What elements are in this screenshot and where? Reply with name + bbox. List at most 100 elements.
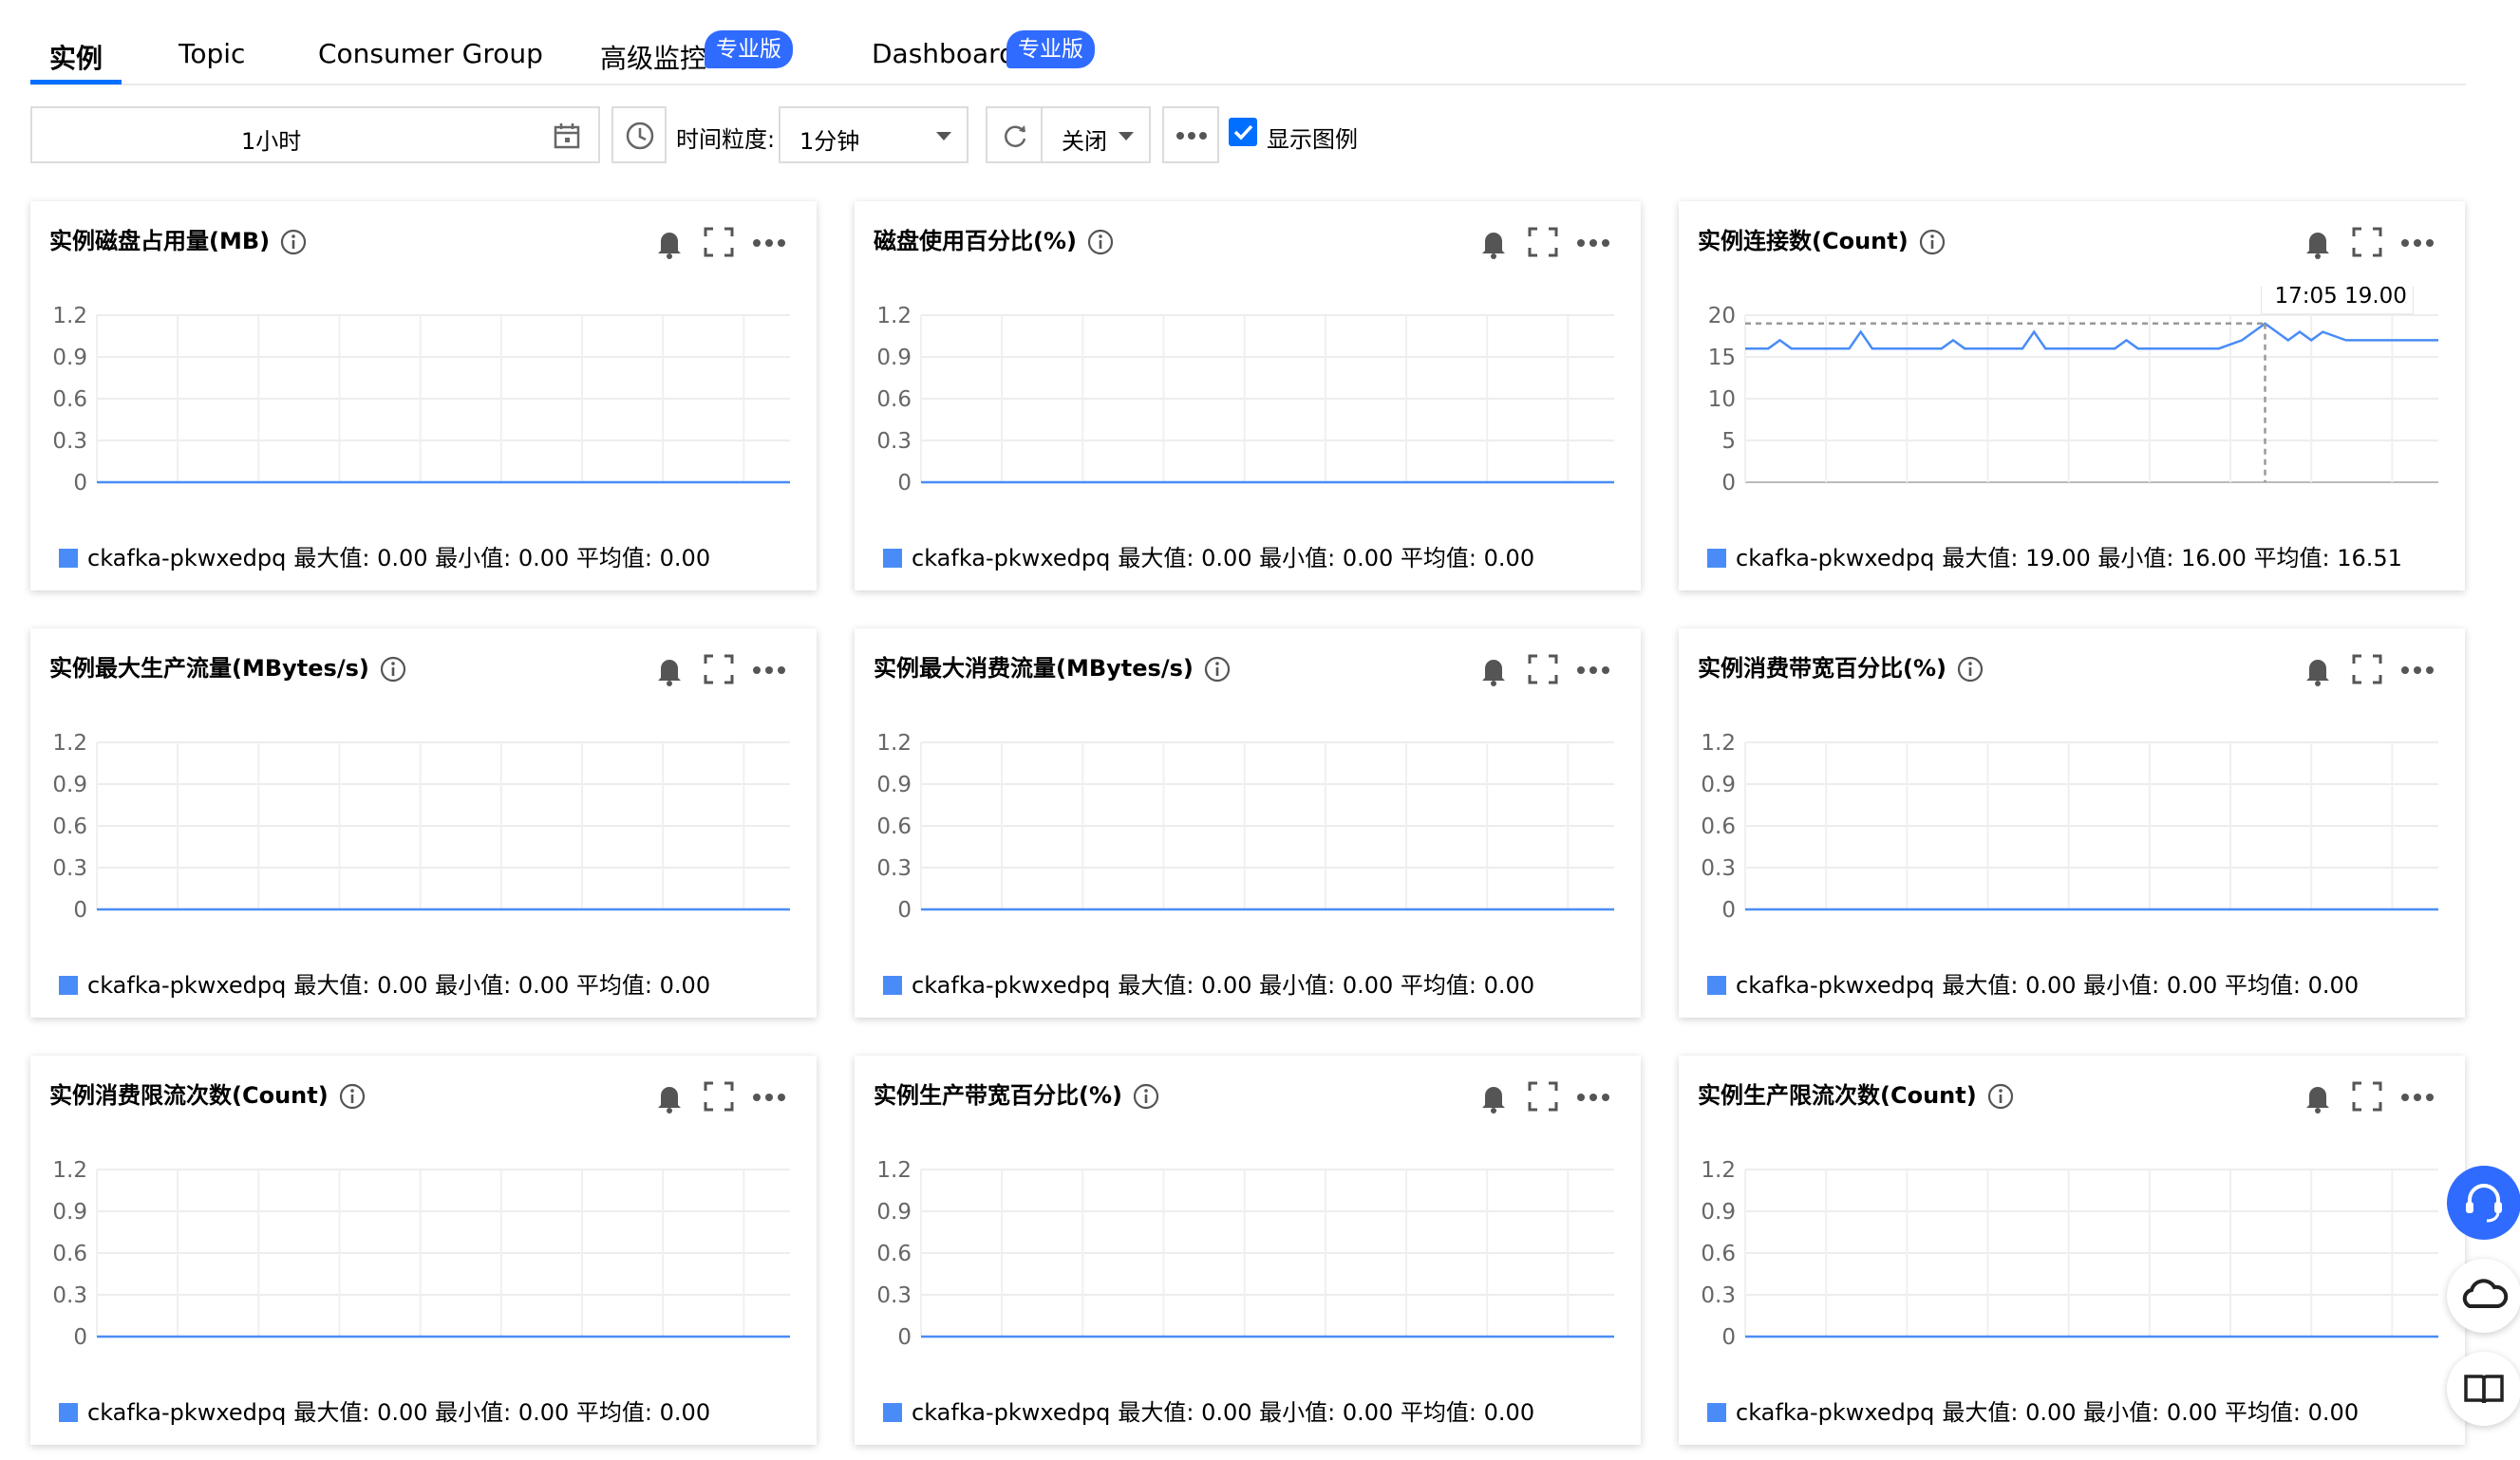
- card-actions: [2302, 653, 2444, 687]
- y-tick-label: 0.9: [1701, 1200, 1736, 1225]
- info-icon[interactable]: [1203, 655, 1232, 683]
- bell-icon[interactable]: [1477, 1080, 1510, 1114]
- more-icon[interactable]: [752, 665, 786, 675]
- card-title-text: 实例生产限流次数(Count): [1698, 1082, 1977, 1109]
- info-icon[interactable]: [1132, 1082, 1160, 1111]
- bell-icon[interactable]: [653, 653, 686, 687]
- more-icon[interactable]: [752, 238, 786, 248]
- line-chart[interactable]: 1.20.90.60.3016:2016:2716:3416:4116:4816…: [1679, 1141, 2465, 1350]
- chart-legend[interactable]: ckafka-pkwxedpq 最大值: 0.00 最小值: 0.00 平均值: …: [1707, 1394, 2359, 1427]
- info-icon[interactable]: [279, 228, 308, 256]
- y-tick-label: 1.2: [876, 731, 912, 756]
- fullscreen-icon[interactable]: [2351, 1080, 2383, 1113]
- chart-legend[interactable]: ckafka-pkwxedpq 最大值: 0.00 最小值: 0.00 平均值: …: [1707, 966, 2359, 1000]
- card-title: 实例最大生产流量(MBytes/s): [49, 649, 407, 683]
- refresh-button[interactable]: [986, 106, 1043, 163]
- bell-icon[interactable]: [2302, 653, 2334, 687]
- line-chart[interactable]: 2015105016:2016:2716:3416:4116:4816:5517…: [1679, 287, 2465, 496]
- tab-bar: 实例 Topic Consumer Group 高级监控 专业版 Dashboa…: [30, 0, 2466, 85]
- show-legend-checkbox[interactable]: [1229, 118, 1257, 146]
- line-chart[interactable]: 1.20.90.60.3016:2016:2716:3416:4116:4816…: [30, 714, 817, 923]
- bell-icon[interactable]: [653, 226, 686, 260]
- card-actions: [1477, 226, 1620, 260]
- metric-card: 实例生产限流次数(Count)1.20.90.60.3016:2016:2716…: [1679, 1056, 2465, 1445]
- info-icon[interactable]: [1918, 228, 1946, 256]
- chart-legend[interactable]: ckafka-pkwxedpq 最大值: 19.00 最小值: 16.00 平均值…: [1707, 539, 2402, 572]
- fullscreen-icon[interactable]: [1527, 226, 1559, 258]
- fullscreen-icon[interactable]: [2351, 653, 2383, 685]
- more-icon[interactable]: [1576, 1093, 1610, 1102]
- y-tick-label: 0.6: [52, 814, 87, 839]
- y-tick-label: 0: [1721, 898, 1736, 923]
- line-chart[interactable]: 1.20.90.60.3016:2016:2716:3416:4116:4816…: [30, 287, 817, 496]
- more-icon[interactable]: [752, 1093, 786, 1102]
- info-icon[interactable]: [379, 655, 407, 683]
- docs-button[interactable]: [2447, 1352, 2520, 1426]
- fullscreen-icon[interactable]: [703, 653, 735, 685]
- y-tick-label: 20: [1708, 304, 1736, 328]
- granularity-value: 1分钟: [799, 128, 860, 155]
- fullscreen-icon[interactable]: [703, 226, 735, 258]
- fullscreen-icon[interactable]: [1527, 1080, 1559, 1113]
- info-icon[interactable]: [1086, 228, 1115, 256]
- legend-swatch: [1707, 549, 1726, 568]
- card-title: 实例最大消费流量(MBytes/s): [874, 649, 1232, 683]
- chart-legend[interactable]: ckafka-pkwxedpq 最大值: 0.00 最小值: 0.00 平均值: …: [883, 1394, 1534, 1427]
- bell-icon[interactable]: [1477, 226, 1510, 260]
- bell-icon[interactable]: [2302, 1080, 2334, 1114]
- card-title-text: 实例生产带宽百分比(%): [874, 1082, 1122, 1109]
- tab-advanced-monitoring[interactable]: 高级监控: [600, 38, 706, 76]
- more-icon[interactable]: [2400, 238, 2435, 248]
- chevron-down-icon: [936, 132, 951, 140]
- line-chart[interactable]: 1.20.90.60.3016:2016:2716:3416:4116:4816…: [30, 1141, 817, 1350]
- y-tick-label: 1.2: [876, 304, 912, 328]
- fullscreen-icon[interactable]: [2351, 226, 2383, 258]
- pro-badge: 专业版: [1006, 30, 1095, 68]
- tab-instance[interactable]: 实例: [49, 38, 103, 76]
- more-options-button[interactable]: [1162, 106, 1219, 163]
- more-icon[interactable]: [1576, 665, 1610, 675]
- more-icon[interactable]: [2400, 665, 2435, 675]
- info-icon[interactable]: [1986, 1082, 2015, 1111]
- card-title-text: 实例最大生产流量(MBytes/s): [49, 655, 369, 682]
- cloud-button[interactable]: [2447, 1259, 2520, 1333]
- chart-legend[interactable]: ckafka-pkwxedpq 最大值: 0.00 最小值: 0.00 平均值: …: [59, 1394, 710, 1427]
- auto-refresh-select[interactable]: 关闭: [1041, 106, 1151, 163]
- tab-dashboard[interactable]: Dashboard: [872, 38, 1016, 69]
- granularity-select[interactable]: 1分钟: [779, 106, 969, 163]
- chart-legend[interactable]: ckafka-pkwxedpq 最大值: 0.00 最小值: 0.00 平均值: …: [59, 966, 710, 1000]
- bell-icon[interactable]: [1477, 653, 1510, 687]
- y-tick-label: 0.3: [52, 1283, 87, 1308]
- line-chart[interactable]: 1.20.90.60.3016:2016:2716:3416:4116:4816…: [855, 287, 1641, 496]
- more-icon[interactable]: [1576, 238, 1610, 248]
- legend-stats: 最大值: 19.00 最小值: 16.00 平均值: 16.51: [1942, 545, 2402, 571]
- y-tick-label: 0.3: [876, 1283, 912, 1308]
- chart-legend[interactable]: ckafka-pkwxedpq 最大值: 0.00 最小值: 0.00 平均值: …: [59, 539, 710, 572]
- tab-topic[interactable]: Topic: [179, 38, 245, 69]
- legend-swatch: [59, 976, 78, 995]
- clock-button[interactable]: [611, 106, 667, 163]
- bell-icon[interactable]: [653, 1080, 686, 1114]
- tab-consumer-group[interactable]: Consumer Group: [318, 38, 543, 69]
- y-tick-label: 1.2: [1701, 731, 1736, 756]
- series-line[interactable]: [1745, 322, 2438, 350]
- chart-legend[interactable]: ckafka-pkwxedpq 最大值: 0.00 最小值: 0.00 平均值: …: [883, 539, 1534, 572]
- info-icon[interactable]: [1956, 655, 1984, 683]
- line-chart[interactable]: 1.20.90.60.3016:2016:2716:3416:4116:4816…: [855, 1141, 1641, 1350]
- line-chart[interactable]: 1.20.90.60.3016:2016:2716:3416:4116:4816…: [855, 714, 1641, 923]
- y-tick-label: 15: [1708, 346, 1736, 370]
- chart-legend[interactable]: ckafka-pkwxedpq 最大值: 0.00 最小值: 0.00 平均值: …: [883, 966, 1534, 1000]
- legend-stats: 最大值: 0.00 最小值: 0.00 平均值: 0.00: [293, 972, 711, 999]
- time-range-picker[interactable]: 1小时: [30, 106, 600, 163]
- y-tick-label: 0.3: [876, 429, 912, 454]
- info-icon[interactable]: [338, 1082, 367, 1111]
- y-tick-label: 0.6: [1701, 1242, 1736, 1266]
- bell-icon[interactable]: [2302, 226, 2334, 260]
- fullscreen-icon[interactable]: [703, 1080, 735, 1113]
- fullscreen-icon[interactable]: [1527, 653, 1559, 685]
- support-button[interactable]: [2447, 1166, 2520, 1240]
- y-tick-label: 0.3: [52, 429, 87, 454]
- legend-swatch: [883, 976, 902, 995]
- line-chart[interactable]: 1.20.90.60.3016:2016:2716:3416:4116:4816…: [1679, 714, 2465, 923]
- more-icon[interactable]: [2400, 1093, 2435, 1102]
